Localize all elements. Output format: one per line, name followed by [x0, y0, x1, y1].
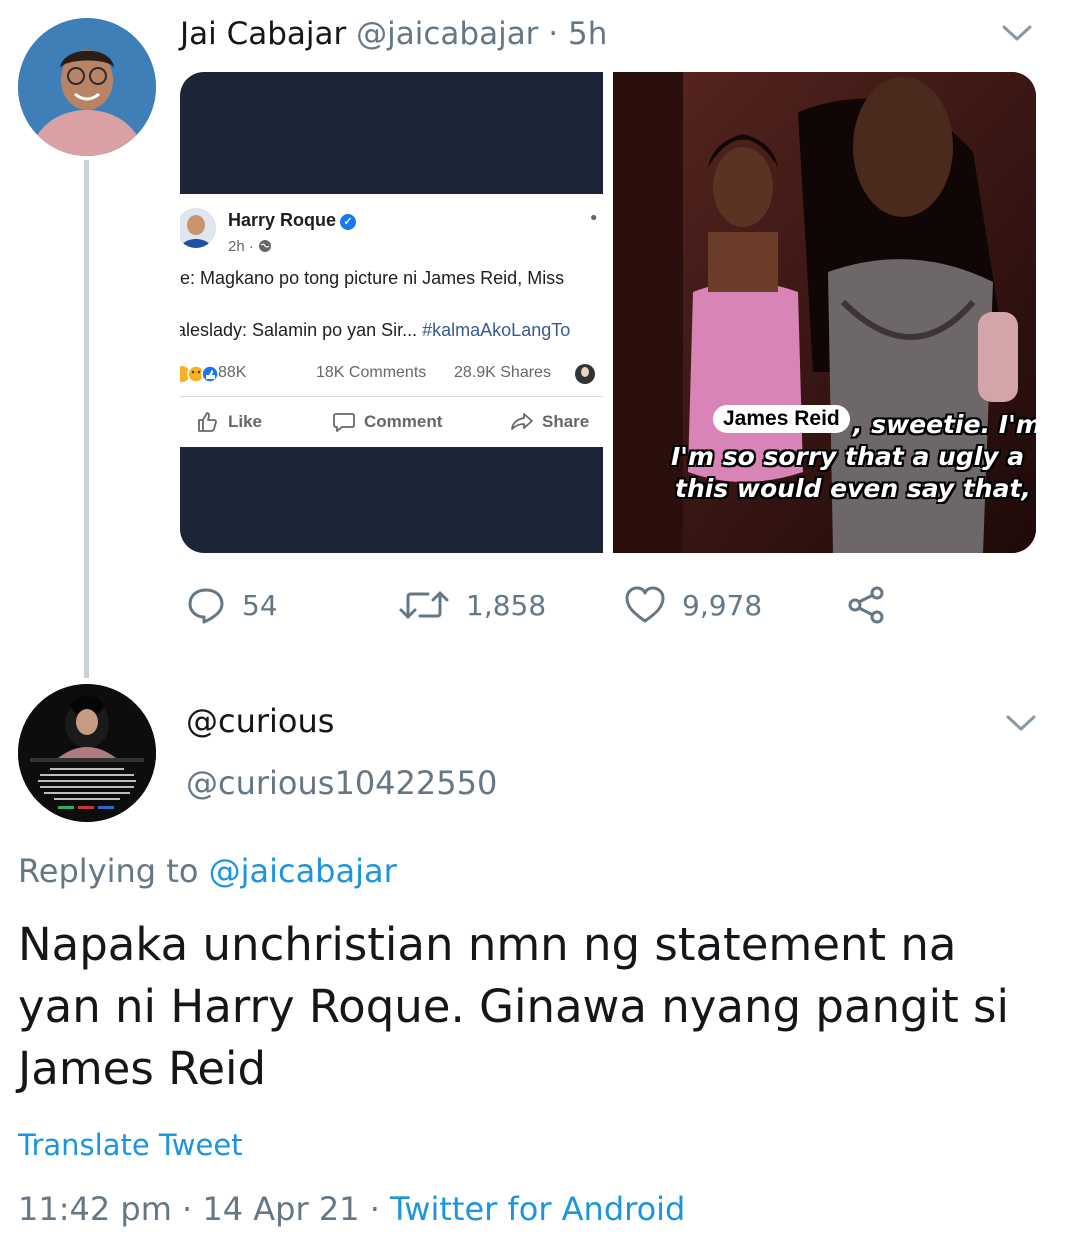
fb-post-line-2: aleslady: Salamin po yan Sir... #kalmaAk… — [180, 320, 570, 341]
author-avatar[interactable] — [18, 18, 156, 156]
reply-button[interactable]: 54 — [186, 583, 278, 627]
thread-line — [84, 160, 89, 678]
chevron-down-icon[interactable] — [1000, 22, 1034, 44]
retweet-count: 1,858 — [466, 588, 547, 622]
replying-to: Replying to @jaicabajar — [18, 852, 397, 890]
fb-reactions-count: 88K — [218, 364, 247, 381]
tweet-timestamp: 11:42 pm — [18, 1190, 172, 1228]
tweet-media: Harry Roque ✓ 2h · • le: Magkano po tong … — [180, 72, 1036, 553]
fb-divider — [180, 396, 603, 397]
fb-post-line-2-text: aleslady: Salamin po yan Sir... — [180, 320, 423, 340]
retweet-icon — [399, 591, 449, 619]
author-handle[interactable]: @jaicabajar — [356, 16, 538, 52]
meme-caption-line-2: I'm so sorry that a ugly a — [671, 442, 1025, 471]
reply-author-name[interactable]: @curious — [186, 702, 334, 740]
fb-share-action: Share — [510, 410, 589, 434]
replying-prefix: Replying to — [18, 852, 209, 890]
fb-sharer-avatar-icon — [575, 364, 595, 384]
fb-post-time: 2h · — [228, 238, 272, 255]
fb-post-line-1: le: Magkano po tong picture ni James Rei… — [180, 268, 565, 288]
fb-comment-label: Comment — [364, 412, 443, 431]
meme-caption-line-1: , sweetie. I'm — [853, 410, 1036, 439]
fb-author-name-text: Harry Roque — [228, 210, 337, 230]
translate-tweet-link[interactable]: Translate Tweet — [18, 1128, 243, 1162]
like-count: 9,978 — [682, 588, 763, 622]
fb-time-text: 2h · — [228, 238, 254, 255]
fb-avatar — [180, 208, 216, 248]
fb-stats: 88K 18K Comments 28.9K Shares — [180, 362, 606, 386]
separator: · — [548, 16, 559, 52]
globe-icon — [259, 240, 272, 252]
fb-like-action: Like — [196, 410, 262, 434]
fb-like-label: Like — [228, 412, 263, 431]
comment-bubble-icon — [333, 413, 355, 432]
tweet-meta: 11:42 pm · 14 Apr 21 · Twitter for Andro… — [18, 1190, 685, 1228]
reply-author-handle[interactable]: @curious10422550 — [186, 764, 497, 802]
retweet-button[interactable]: 1,858 — [398, 583, 546, 627]
fb-shares-count: 28.9K Shares — [454, 364, 551, 381]
meme-caption-line-3: this would even say that, — [675, 474, 1031, 503]
author-name[interactable]: Jai Cabajar — [180, 16, 346, 52]
thumbs-up-icon — [198, 412, 217, 432]
meme-name-tag: James Reid — [713, 405, 850, 433]
fb-comments-count: 18K Comments — [316, 364, 427, 381]
meta-separator: · — [182, 1190, 203, 1228]
like-icon — [625, 586, 665, 623]
tweet-text: Napaka unchristian nmn ng statement na y… — [18, 918, 1009, 1095]
meta-separator: · — [369, 1190, 391, 1228]
reply-icon — [188, 588, 224, 624]
share-icon — [848, 586, 884, 624]
fb-more-icon: • — [588, 208, 599, 229]
like-button[interactable]: 9,978 — [624, 583, 762, 627]
reply-author-avatar[interactable] — [18, 684, 156, 822]
verified-icon: ✓ — [340, 214, 357, 230]
share-arrow-icon — [511, 413, 533, 430]
fb-author-name: Harry Roque ✓ — [228, 210, 357, 231]
replying-mention-link[interactable]: @jaicabajar — [209, 852, 397, 890]
fb-comment-action: Comment — [332, 410, 442, 434]
share-button[interactable] — [846, 583, 886, 627]
tweet-header: Jai Cabajar @jaicabajar · 5h — [180, 14, 607, 54]
tweet-source-link[interactable]: Twitter for Android — [390, 1190, 685, 1228]
tweet-date: 14 Apr 21 — [202, 1190, 360, 1228]
fb-share-label: Share — [542, 412, 590, 431]
media-image-meme[interactable]: James Reid , sweetie. I'm I'm so sorry t… — [613, 72, 1036, 553]
tweet-time[interactable]: 5h — [568, 16, 607, 52]
reply-count: 54 — [242, 588, 278, 622]
fb-hashtag: #kalmaAkoLangTo — [422, 320, 571, 340]
chevron-down-icon[interactable] — [1004, 712, 1038, 734]
fb-post-card: Harry Roque ✓ 2h · • le: Magkano po tong … — [180, 194, 603, 447]
media-image-fb-screenshot[interactable]: Harry Roque ✓ 2h · • le: Magkano po tong … — [180, 72, 603, 553]
